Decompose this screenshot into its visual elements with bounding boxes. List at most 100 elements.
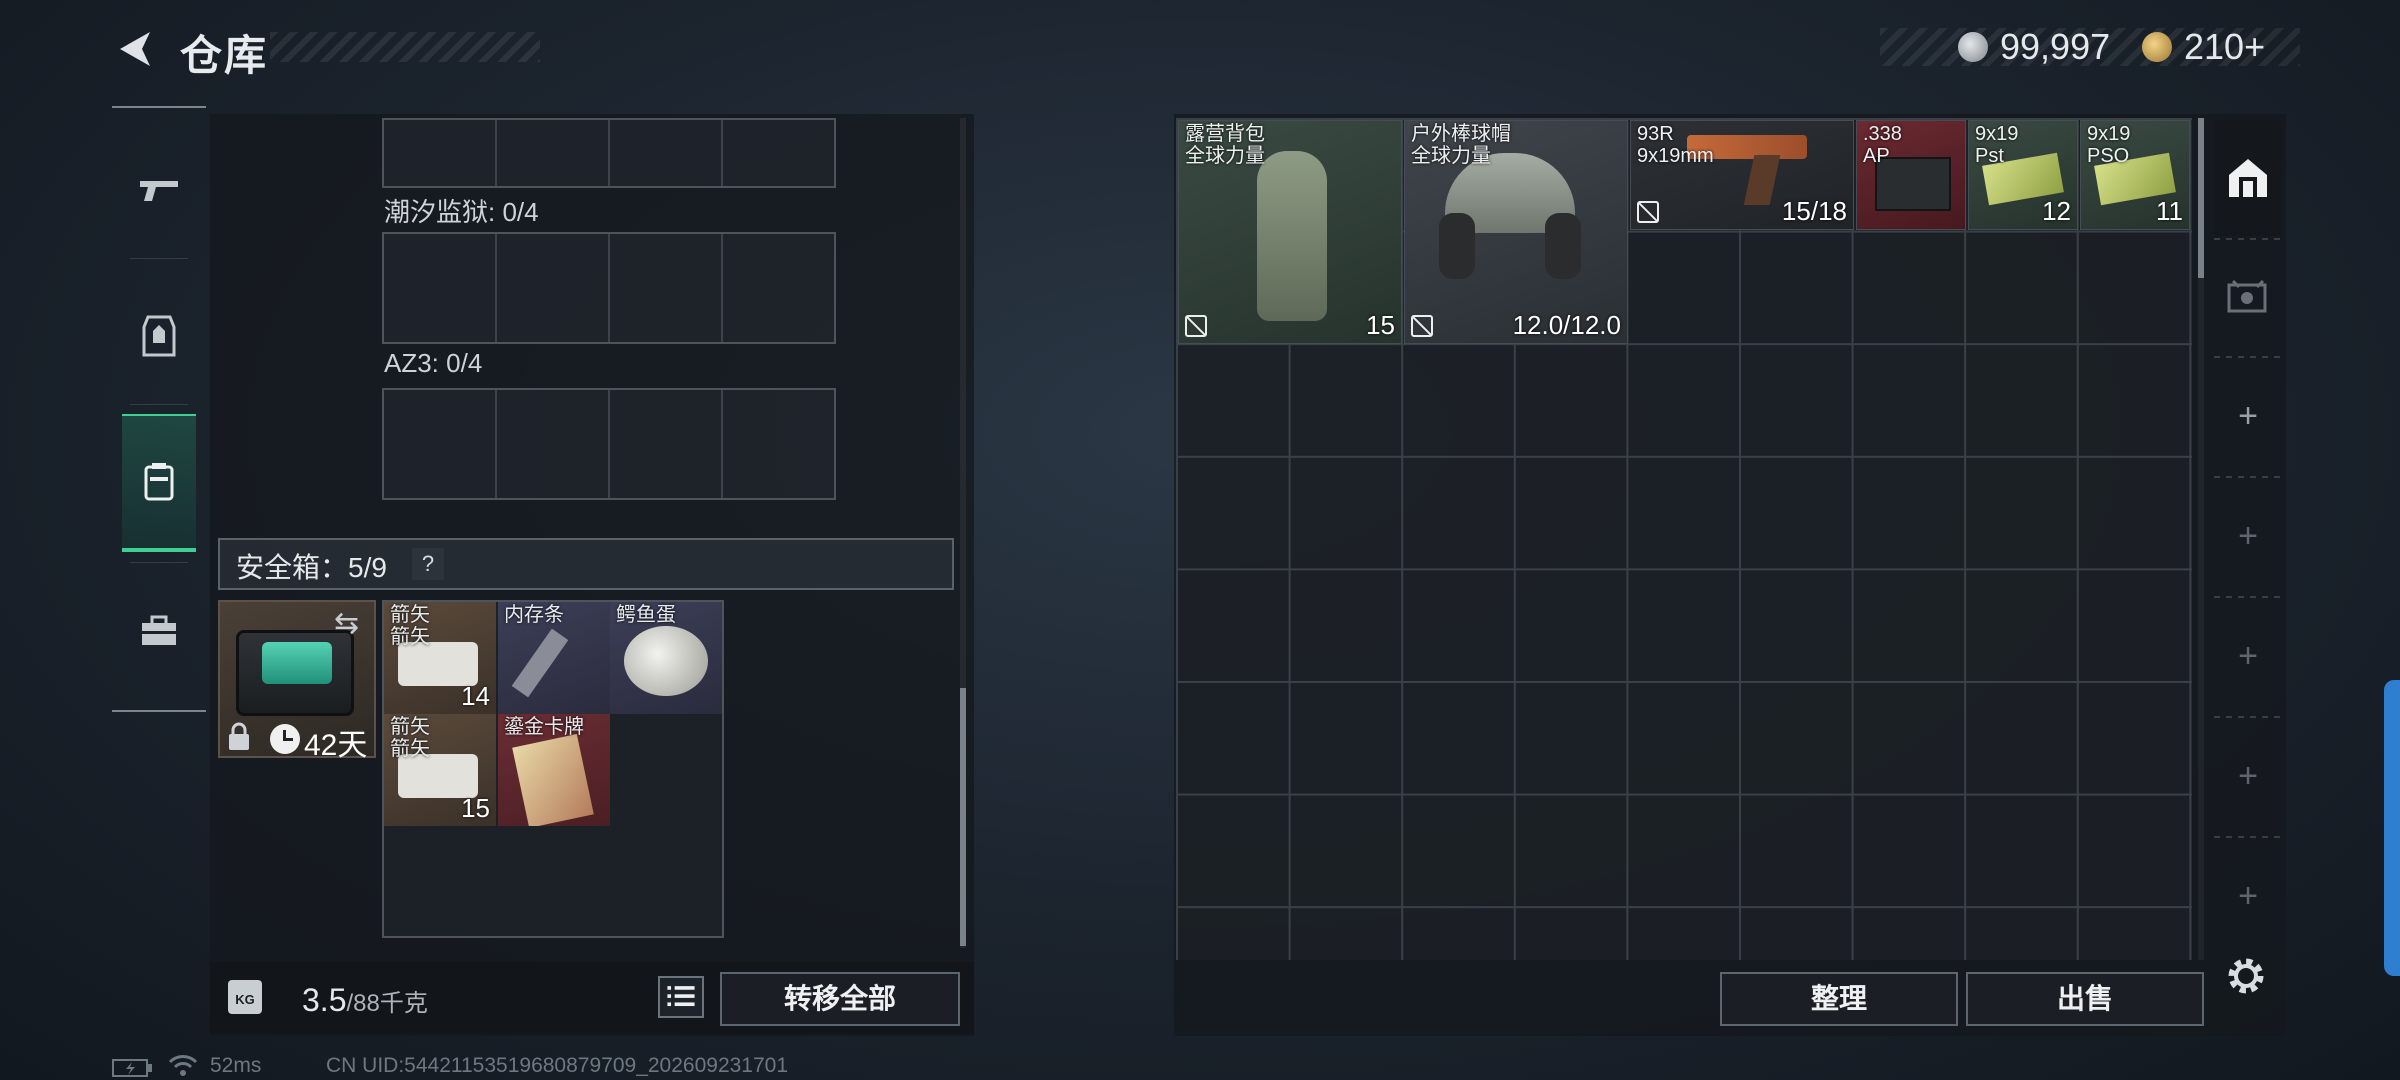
tab-warehouse[interactable]: [2214, 120, 2282, 236]
headset-image: [1545, 213, 1581, 279]
nav-divider: [130, 258, 188, 259]
item-count: 15: [461, 793, 490, 823]
help-button[interactable]: ?: [412, 548, 444, 580]
silver-currency: 99,997: [2000, 26, 2111, 67]
weight-value: 3.5/88千克: [302, 982, 428, 1019]
add-icon: +: [2238, 636, 2258, 675]
battery-icon: [112, 1059, 152, 1077]
item-name: 93R 9x19mm: [1637, 123, 1714, 167]
safebox-slot[interactable]: 箭矢 箭矢 14: [384, 602, 496, 714]
safebox-slot[interactable]: 箭矢 箭矢 15: [384, 714, 496, 826]
gold-coin-icon: [2142, 32, 2172, 62]
side-drawer-handle[interactable]: [2384, 680, 2400, 976]
gun-icon: [140, 181, 178, 201]
nav-armor[interactable]: [122, 276, 196, 396]
container-label: AZ3: 0/4: [384, 348, 483, 378]
add-icon: +: [2238, 876, 2258, 915]
add-icon: +: [2238, 396, 2258, 435]
title-decoration: [270, 32, 540, 62]
weight-current: 3.5: [302, 982, 347, 1018]
item-count: 12: [2042, 196, 2071, 226]
tab-add-locked[interactable]: +: [2214, 598, 2282, 714]
list-icon: [667, 986, 695, 1007]
stash-item-ammo-338[interactable]: .338 AP: [1856, 120, 1966, 230]
item-image: [624, 626, 708, 696]
silver-coin-icon: [1958, 32, 1988, 62]
uid-text: CN UID:54421153519680879709_202609231701: [326, 1054, 789, 1077]
item-image: [512, 734, 594, 826]
page-title: 仓库: [180, 32, 269, 79]
gold-currency[interactable]: 210+: [2184, 26, 2265, 68]
item-name: .338 AP: [1863, 123, 1902, 167]
weight-icon: KG: [228, 980, 262, 1014]
stash-scroll-thumb[interactable]: [2198, 118, 2204, 278]
container-grid[interactable]: [382, 388, 836, 500]
nav-divider: [130, 404, 188, 405]
swap-icon[interactable]: ⇆: [334, 606, 359, 641]
item-name: 9x19 PSO: [2087, 123, 2131, 167]
stash-item-pistol[interactable]: 93R 9x19mm 15/18: [1630, 120, 1854, 230]
add-icon: +: [2238, 756, 2258, 795]
container-grid[interactable]: [382, 232, 836, 344]
item-name: 9x19 Pst: [1975, 123, 2019, 167]
nav-divider: [130, 562, 188, 563]
tab-add[interactable]: +: [2214, 358, 2282, 474]
item-name: 户外棒球帽 全球力量: [1411, 123, 1511, 167]
stash-item-helmet[interactable]: 户外棒球帽 全球力量 12.0/12.0: [1404, 120, 1628, 344]
wifi-icon: [168, 1055, 198, 1076]
item-value: 12.0/12.0: [1512, 310, 1621, 340]
tab-tv[interactable]: [2214, 240, 2282, 356]
stash-item-ammo-pst[interactable]: 9x19 Pst 12: [1968, 120, 2078, 230]
item-name: 箭矢 箭矢: [390, 716, 430, 760]
item-name: 鳄鱼蛋: [616, 604, 676, 626]
warehouse-icon: [2229, 159, 2267, 197]
back-arrow-icon[interactable]: [112, 26, 158, 72]
item-value: 15/18: [1781, 196, 1847, 226]
item-image: [511, 628, 569, 698]
list-view-button[interactable]: [658, 976, 704, 1018]
item-name: 鎏金卡牌: [504, 716, 584, 738]
item-count: 11: [2156, 196, 2183, 226]
nav-toolbox[interactable]: [122, 572, 196, 692]
item-name: 内存条: [504, 604, 564, 626]
no-insurance-icon: [1411, 315, 1433, 337]
stash-item-backpack[interactable]: 露营背包 全球力量 15: [1178, 120, 1402, 344]
weight-max: /88千克: [346, 990, 428, 1017]
container-grid[interactable]: [382, 118, 836, 188]
nav-weapons[interactable]: [122, 130, 196, 250]
safebox-days: 42天: [304, 729, 368, 762]
no-insurance-icon: [1185, 315, 1207, 337]
sort-button[interactable]: 整理: [1720, 972, 1958, 1026]
safebox-slot[interactable]: 内存条: [498, 602, 610, 714]
backpack-image: [1257, 151, 1327, 321]
armor-icon: [142, 315, 176, 357]
nav-container[interactable]: [122, 414, 196, 552]
item-count: 14: [461, 681, 490, 711]
pistol-grip: [1743, 155, 1781, 205]
tab-add-locked[interactable]: +: [2214, 838, 2282, 954]
transfer-all-button[interactable]: 转移全部: [720, 972, 960, 1026]
item-image: [398, 642, 478, 686]
lock-icon: [229, 722, 249, 750]
toolbox-icon: [142, 615, 176, 645]
safebox-slot[interactable]: 鎏金卡牌: [498, 714, 610, 826]
ping-value: 52ms: [210, 1054, 262, 1077]
clock-icon: [270, 724, 300, 754]
sell-button[interactable]: 出售: [1966, 972, 2204, 1026]
item-name: 露营背包 全球力量: [1185, 123, 1265, 167]
stash-item-ammo-pso[interactable]: 9x19 PSO 11: [2080, 120, 2190, 230]
item-name: 箭矢 箭矢: [390, 604, 430, 648]
add-icon: +: [2238, 516, 2258, 555]
tab-add-locked[interactable]: +: [2214, 718, 2282, 834]
safebox-case-lid: [262, 642, 332, 684]
tv-icon: [2227, 279, 2267, 313]
safebox-slot[interactable]: 鳄鱼蛋: [610, 602, 722, 714]
container-label: 潮汐监狱: 0/4: [384, 197, 539, 227]
inventory-scroll-thumb[interactable]: [960, 688, 966, 946]
settings-gear-icon[interactable]: [2222, 952, 2270, 1000]
no-insurance-icon: [1637, 201, 1659, 223]
safebox-label: 安全箱：5/9: [236, 552, 387, 583]
tab-add-locked[interactable]: +: [2214, 478, 2282, 594]
item-value: 15: [1366, 310, 1395, 340]
headset-image: [1439, 213, 1475, 279]
